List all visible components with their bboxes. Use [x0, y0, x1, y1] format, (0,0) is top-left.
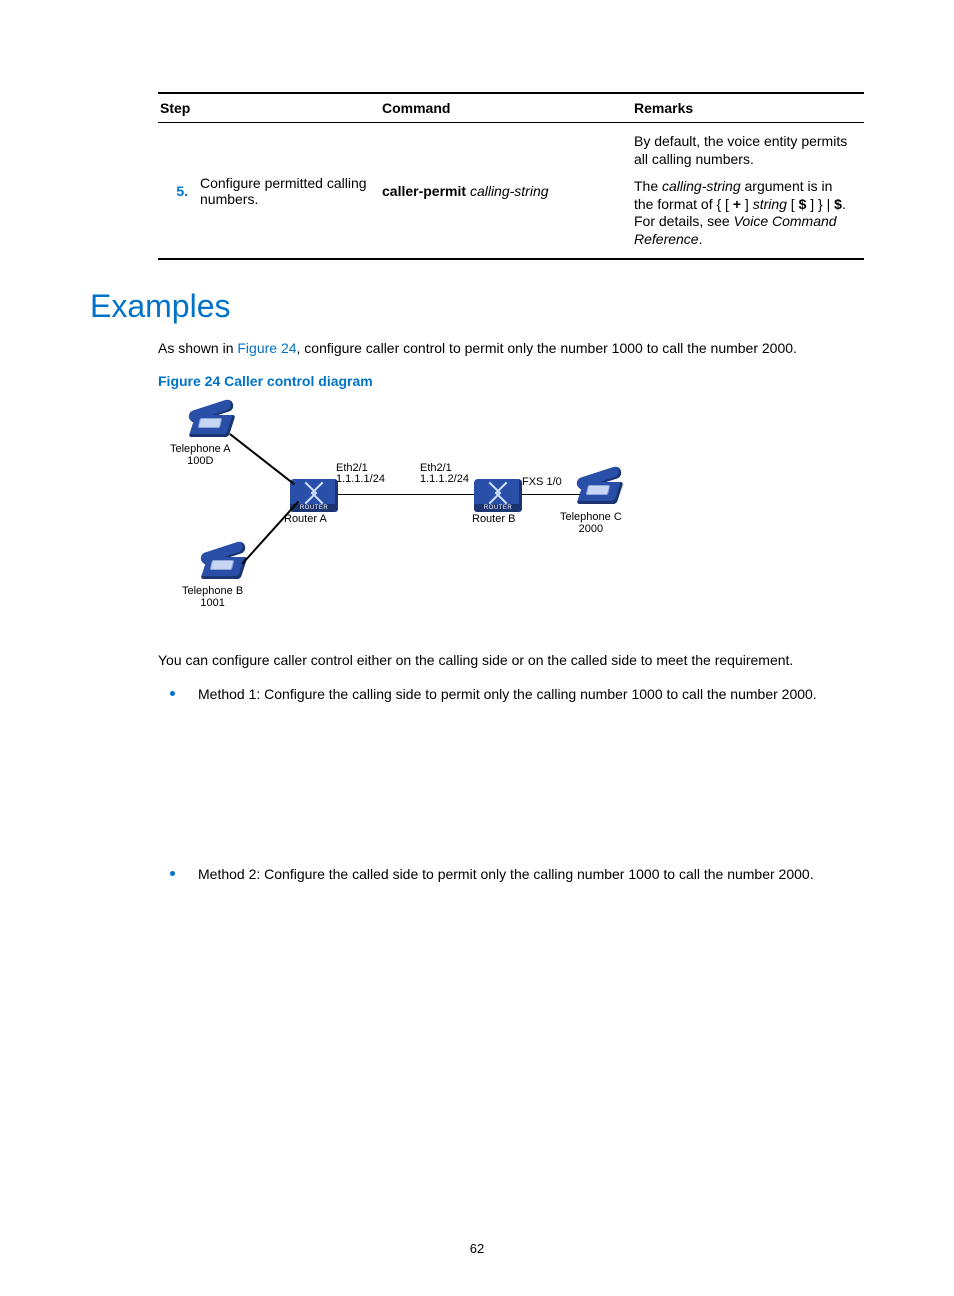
remarks-format: The calling-string argument is in the fo…	[634, 178, 854, 248]
method-1: Method 1: Configure the calling side to …	[186, 684, 864, 704]
section-heading: Examples	[90, 288, 864, 325]
remarks-cell: By default, the voice entity permits all…	[632, 123, 864, 259]
figure-caption: Figure 24 Caller control diagram	[158, 373, 864, 389]
router-a-label: Router A	[284, 513, 327, 525]
fxs-label: FXS 1/0	[522, 477, 562, 489]
method-2: Method 2: Configure the called side to p…	[186, 864, 864, 884]
router-b-label: Router B	[472, 513, 515, 525]
wire	[522, 494, 580, 496]
step-number: 5.	[158, 123, 198, 259]
page-number: 62	[0, 1241, 954, 1256]
figure-link[interactable]: Figure 24	[237, 340, 296, 356]
telephone-b-icon	[200, 547, 246, 581]
telephone-c-icon	[576, 472, 622, 506]
table-row: 5. Configure permitted calling numbers. …	[158, 123, 864, 259]
th-command: Command	[380, 94, 632, 123]
wire	[230, 433, 296, 485]
network-diagram: Telephone A100D Telephone B1001 Telephon…	[158, 397, 658, 627]
follow-paragraph: You can configure caller control either …	[158, 651, 864, 671]
command-cell: caller-permit calling-string	[380, 123, 632, 259]
command-arg: calling-string	[470, 183, 549, 199]
intro-paragraph: As shown in Figure 24, configure caller …	[158, 339, 864, 359]
eth-b-label: Eth2/11.1.1.2/24	[420, 463, 469, 486]
th-remarks: Remarks	[632, 94, 864, 123]
eth-a-label: Eth2/11.1.1.1/24	[336, 463, 385, 486]
telephone-b-label: Telephone B1001	[182, 585, 243, 609]
command-keyword: caller-permit	[382, 183, 466, 199]
router-a-icon: ROUTER	[290, 479, 338, 509]
wire	[241, 500, 298, 563]
remarks-default: By default, the voice entity permits all…	[634, 133, 854, 168]
step-desc: Configure permitted calling numbers.	[198, 123, 380, 259]
router-b-icon: ROUTER	[474, 479, 522, 509]
th-step: Step	[158, 94, 380, 123]
telephone-c-label: Telephone C2000	[560, 511, 622, 535]
config-table: Step Command Remarks 5. Configure permit…	[158, 92, 864, 260]
telephone-a-icon	[188, 405, 234, 439]
wire	[338, 494, 474, 496]
telephone-a-label: Telephone A100D	[170, 443, 231, 467]
